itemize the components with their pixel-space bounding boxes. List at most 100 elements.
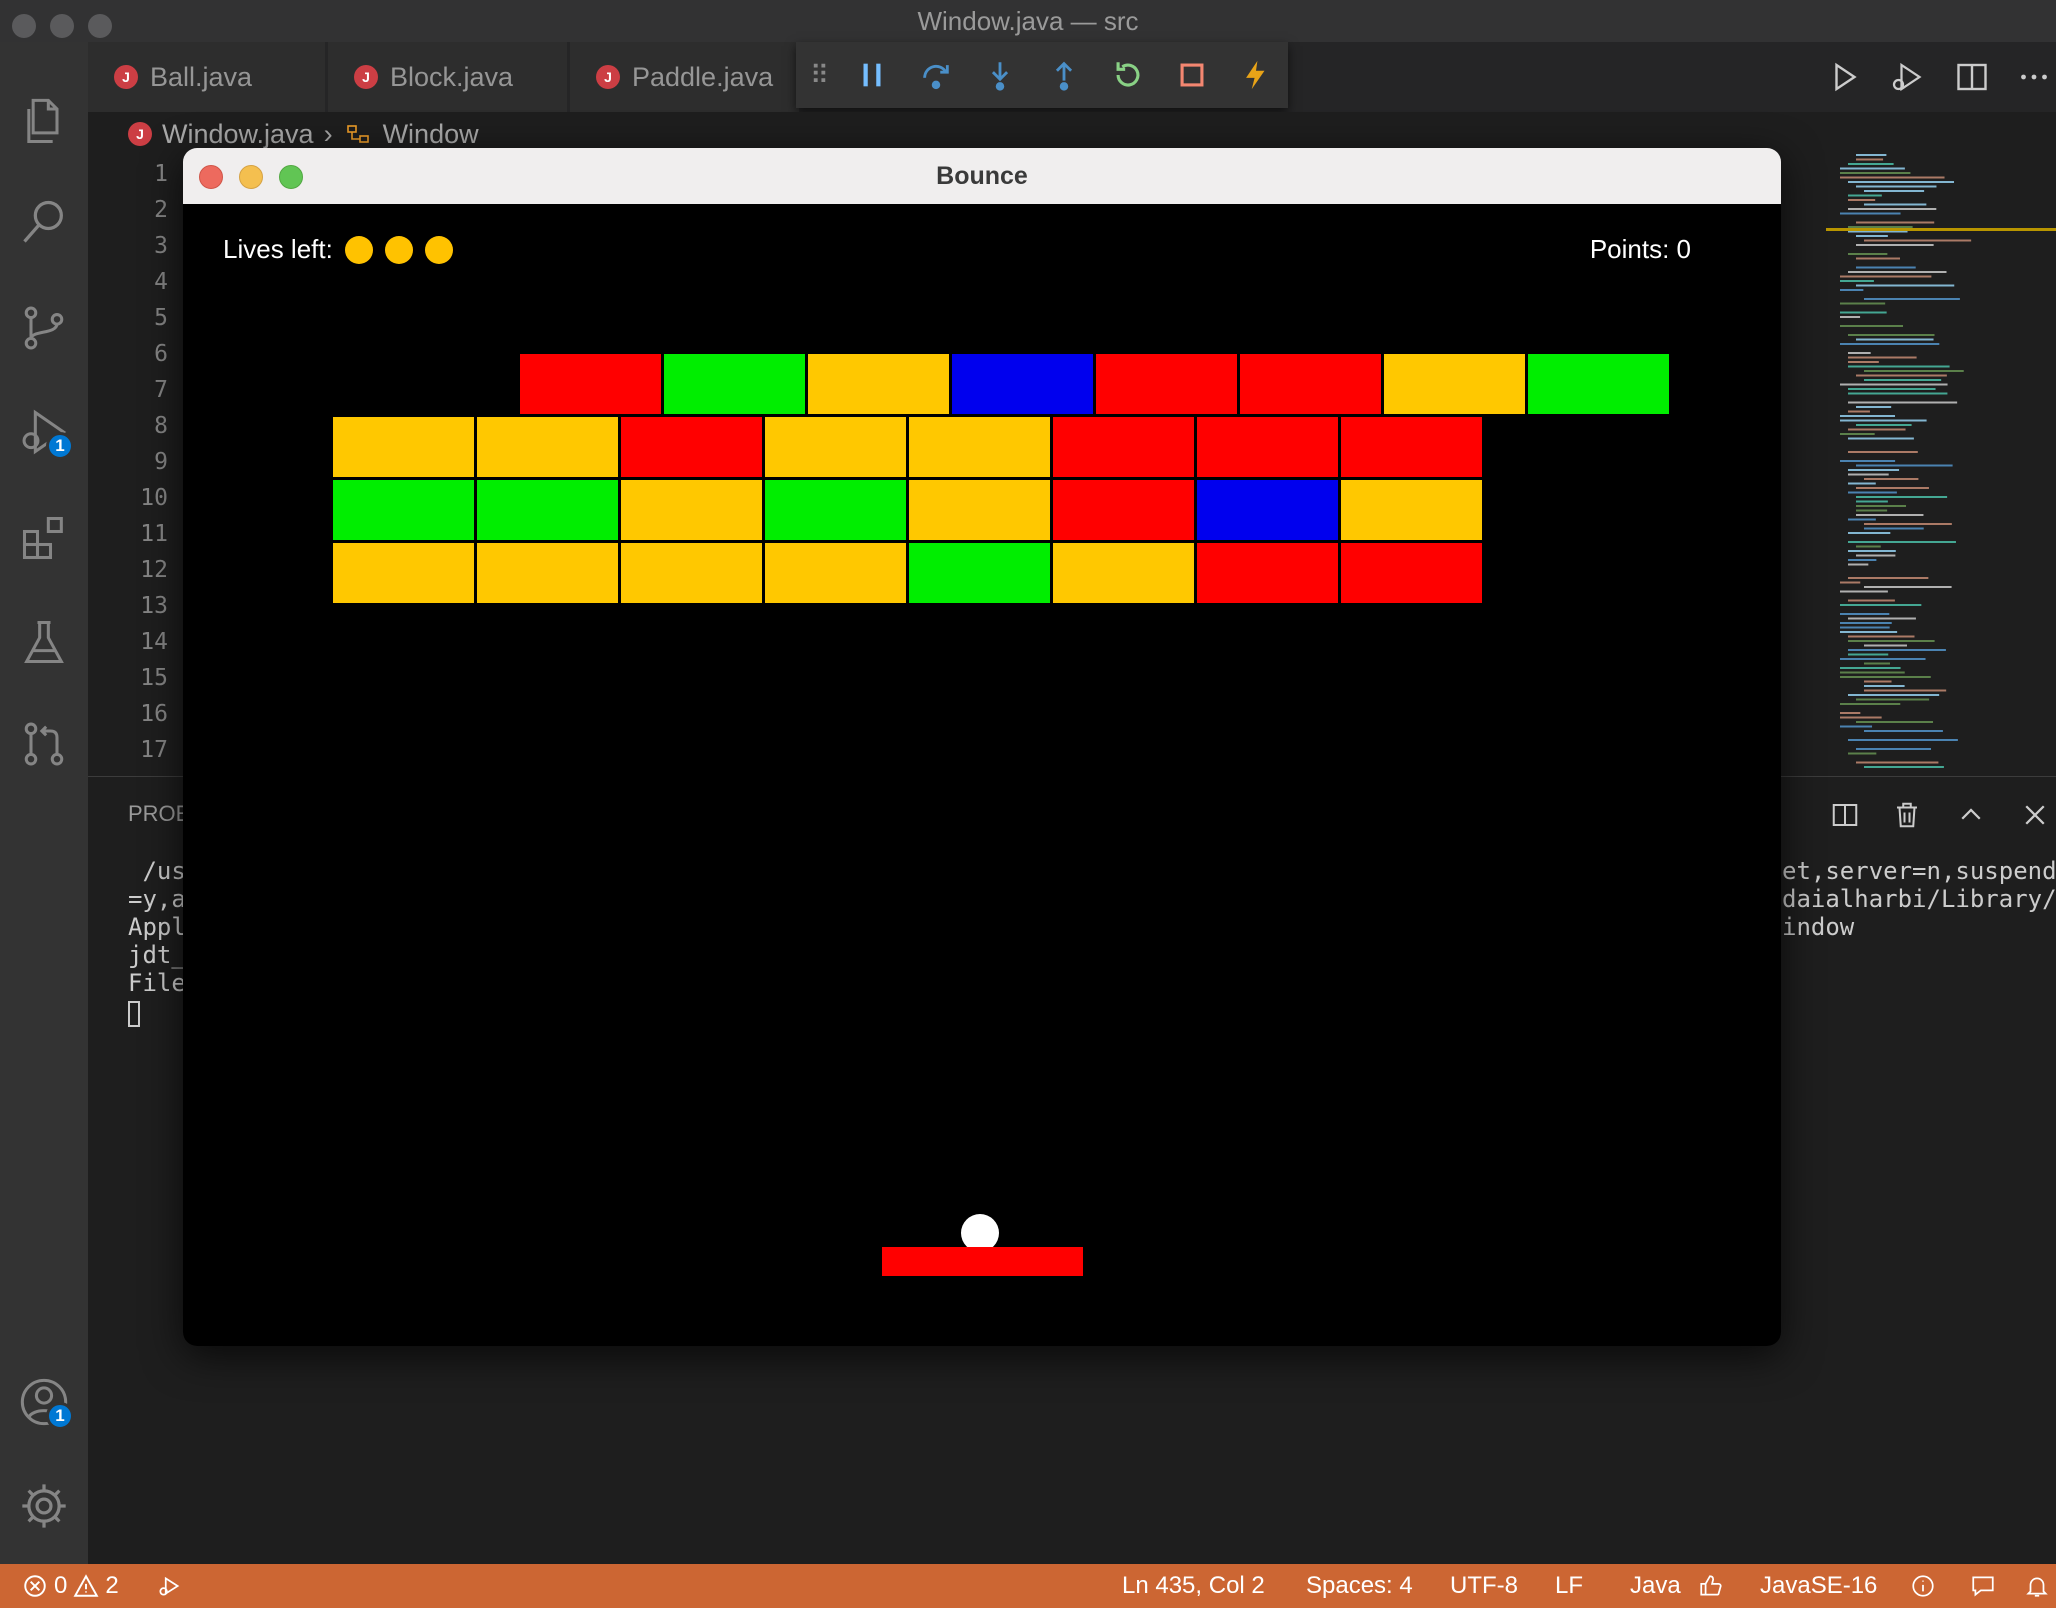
brick (765, 480, 906, 540)
java-file-icon: J (128, 122, 152, 146)
source-control-icon[interactable] (14, 298, 74, 358)
encoding-status[interactable]: UTF-8 (1450, 1564, 1518, 1608)
explorer-icon[interactable] (14, 92, 74, 152)
line-number: 16 (140, 701, 168, 727)
brick (909, 480, 1050, 540)
brick (477, 543, 618, 603)
java-runtime-status[interactable]: JavaSE-16 (1760, 1564, 1877, 1608)
bounce-zoom-button[interactable] (279, 165, 303, 189)
restart-button[interactable] (1096, 45, 1160, 105)
line-number: 4 (154, 269, 168, 295)
bounce-title-bar: Bounce (183, 148, 1781, 205)
split-terminal-icon[interactable] (1820, 790, 1870, 840)
tab-block-java[interactable]: J Block.java (328, 42, 568, 112)
zoom-window-button[interactable] (88, 14, 112, 38)
brick (765, 543, 906, 603)
split-editor-icon[interactable] (1942, 52, 2002, 102)
line-number: 10 (140, 485, 168, 511)
close-window-button[interactable] (12, 14, 36, 38)
brick (1197, 543, 1338, 603)
problems-status[interactable]: 0 2 (22, 1564, 119, 1608)
title-bar: Window.java — src (0, 0, 2056, 42)
close-panel-icon[interactable] (2010, 790, 2056, 840)
line-number: 1 (154, 161, 168, 187)
line-number: 12 (140, 557, 168, 583)
brick (1053, 543, 1194, 603)
maximize-panel-chevron-up-icon[interactable] (1946, 790, 1996, 840)
accounts-icon[interactable]: 1 (14, 1372, 74, 1432)
brick (952, 354, 1094, 414)
brick (621, 417, 762, 477)
thumbs-up-icon[interactable] (1698, 1564, 1724, 1608)
breadcrumb-symbol[interactable]: Window (383, 119, 479, 150)
brick (1341, 480, 1482, 540)
brick (520, 354, 662, 414)
terminal-line: /us (128, 857, 186, 885)
breadcrumb-file[interactable]: Window.java (162, 119, 314, 150)
brick (909, 417, 1050, 477)
game-canvas[interactable]: Lives left: Points: 0 (183, 204, 1781, 1346)
minimap[interactable] (1826, 150, 2056, 780)
eol-status[interactable]: LF (1555, 1564, 1583, 1608)
info-icon[interactable] (1910, 1564, 1936, 1608)
bounce-close-button[interactable] (199, 165, 223, 189)
pull-request-icon[interactable] (14, 714, 74, 774)
settings-gear-icon[interactable] (14, 1476, 74, 1536)
terminal-line: indow (1782, 913, 1855, 941)
brick (333, 480, 474, 540)
cursor-position[interactable]: Ln 435, Col 2 (1122, 1564, 1265, 1608)
life-ball (424, 235, 453, 264)
java-file-icon: J (354, 65, 378, 89)
brick (765, 417, 906, 477)
brick (1240, 354, 1382, 414)
brick (1053, 480, 1194, 540)
brick (333, 417, 474, 477)
terminal-cursor (128, 1001, 140, 1027)
line-number: 8 (154, 413, 168, 439)
pause-button[interactable] (840, 45, 904, 105)
line-number: 11 (140, 521, 168, 547)
bounce-window-title: Bounce (936, 161, 1028, 190)
debug-status-icon[interactable] (156, 1564, 182, 1608)
line-number: 15 (140, 665, 168, 691)
bounce-minimize-button[interactable] (239, 165, 263, 189)
run-icon[interactable] (1814, 52, 1874, 102)
warning-count: 2 (105, 1572, 119, 1599)
notifications-bell-icon[interactable] (2024, 1564, 2050, 1608)
brick (664, 354, 806, 414)
search-icon[interactable] (14, 192, 74, 252)
drag-handle-icon[interactable]: ⠿ (810, 60, 840, 91)
step-into-button[interactable] (968, 45, 1032, 105)
brick (621, 543, 762, 603)
step-over-button[interactable] (904, 45, 968, 105)
brick (1197, 480, 1338, 540)
stop-button[interactable] (1160, 45, 1224, 105)
debug-run-icon[interactable] (1876, 52, 1936, 102)
step-out-button[interactable] (1032, 45, 1096, 105)
paddle[interactable] (882, 1247, 1083, 1276)
indentation-status[interactable]: Spaces: 4 (1306, 1564, 1413, 1608)
accounts-badge: 1 (46, 1402, 74, 1430)
line-number: 9 (154, 449, 168, 475)
testing-icon[interactable] (14, 612, 74, 672)
window-title: Window.java — src (917, 5, 1139, 36)
brick (909, 543, 1050, 603)
java-file-icon: J (596, 65, 620, 89)
window-controls (12, 14, 112, 38)
feedback-icon[interactable] (1970, 1564, 1996, 1608)
language-mode[interactable]: Java (1630, 1564, 1681, 1608)
brick (477, 480, 618, 540)
extensions-icon[interactable] (14, 508, 74, 568)
tab-ball-java[interactable]: J Ball.java (88, 42, 326, 112)
tab-paddle-java[interactable]: J Paddle.java (570, 42, 800, 112)
kill-terminal-trash-icon[interactable] (1882, 790, 1932, 840)
minimize-window-button[interactable] (50, 14, 74, 38)
run-debug-icon[interactable]: 1 (14, 402, 74, 462)
terminal-line: jdt_ (128, 941, 186, 969)
hot-code-replace-icon[interactable] (1224, 45, 1288, 105)
tab-label: Ball.java (150, 61, 253, 92)
more-actions-icon[interactable] (2004, 52, 2056, 102)
lives-indicator: Lives left: (223, 234, 453, 265)
terminal-line: Appl (128, 913, 186, 941)
tab-problems[interactable]: PROE (128, 801, 190, 827)
